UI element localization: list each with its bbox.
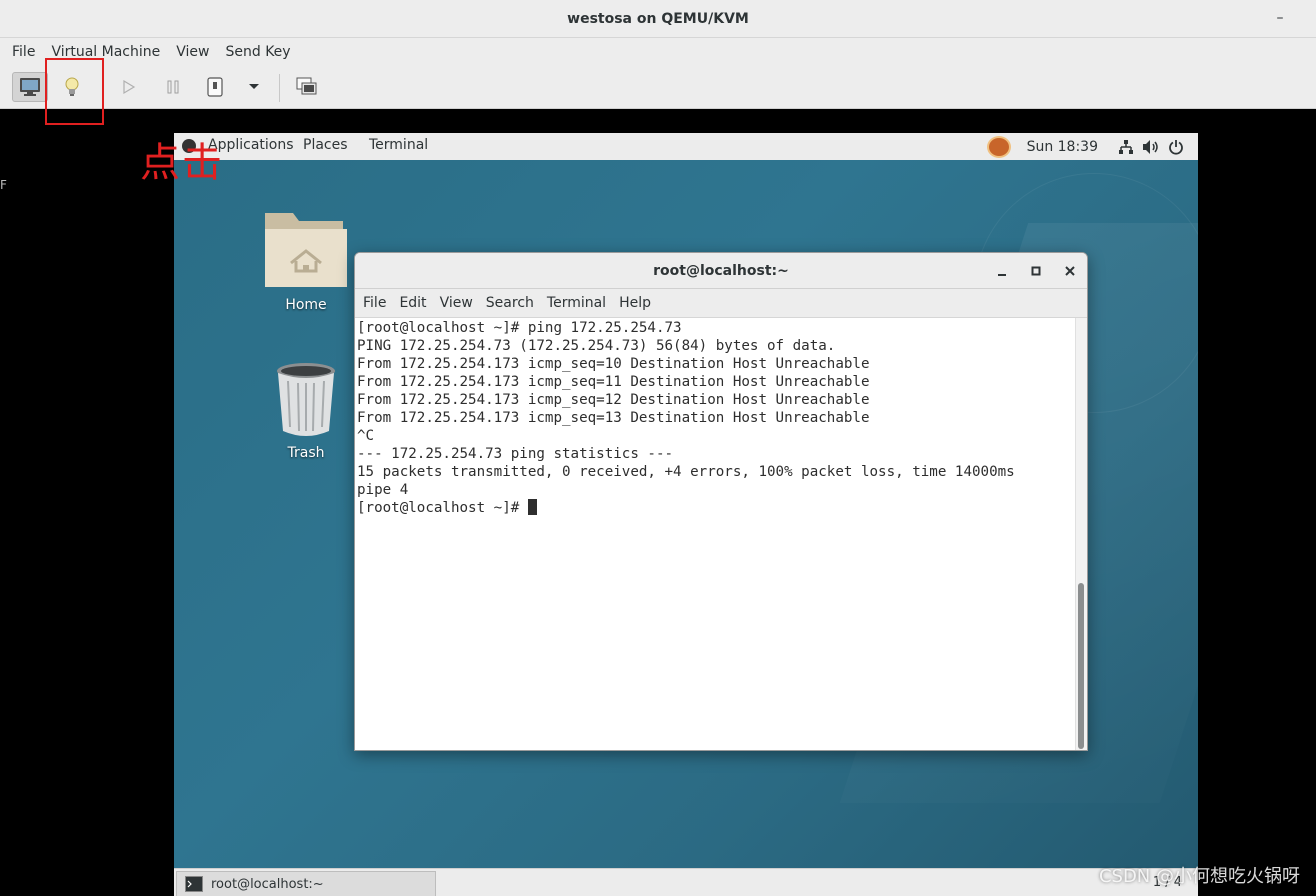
terminal-line: ^C — [357, 428, 375, 444]
terminal-scrollbar[interactable] — [1075, 318, 1087, 750]
annotation-highlight-box — [45, 58, 104, 125]
maximize-button[interactable] — [1027, 262, 1045, 280]
home-folder-icon — [265, 213, 347, 287]
pause-button[interactable] — [155, 72, 191, 102]
terminal-output[interactable]: [root@localhost ~]# ping 172.25.254.73 P… — [355, 318, 1077, 750]
shutdown-button[interactable] — [197, 72, 233, 102]
desktop-icon-label: Home — [285, 297, 327, 313]
user-avatar-icon[interactable] — [986, 135, 1011, 158]
terminal-line: [root@localhost ~]# ping 172.25.254.73 — [357, 320, 682, 336]
window-edge — [1306, 10, 1316, 26]
term-menu-file[interactable]: File — [363, 295, 386, 311]
terminal-menubar: File Edit View Search Terminal Help — [355, 289, 1087, 318]
clock[interactable]: Sun 18:39 — [1027, 139, 1098, 155]
menu-file[interactable]: File — [12, 44, 35, 60]
power-icon — [207, 77, 223, 97]
terminal-app-menu[interactable]: Terminal — [369, 137, 428, 153]
host-window-title: westosa on QEMU/KVM — [567, 10, 749, 27]
terminal-line: pipe 4 — [357, 482, 409, 498]
desktop-icon-trash[interactable]: Trash — [256, 361, 356, 461]
edge-glyph: F — [0, 178, 7, 192]
terminal-window[interactable]: root@localhost:~ File Edit View Search T… — [354, 252, 1088, 751]
volume-icon[interactable] — [1142, 139, 1160, 155]
pause-icon — [167, 80, 179, 94]
shutdown-menu-button[interactable] — [236, 72, 272, 102]
terminal-title: root@localhost:~ — [653, 262, 789, 279]
menu-view[interactable]: View — [176, 44, 209, 60]
fullscreen-icon — [296, 77, 317, 95]
taskbar-item-label: root@localhost:~ — [211, 876, 324, 892]
terminal-prompt: [root@localhost ~]# — [357, 500, 528, 516]
console-button[interactable] — [12, 72, 48, 102]
text-cursor — [527, 499, 537, 515]
terminal-line: 15 packets transmitted, 0 received, +4 e… — [357, 464, 1015, 480]
host-titlebar: westosa on QEMU/KVM – — [0, 0, 1316, 38]
run-button[interactable] — [111, 72, 147, 102]
term-menu-terminal[interactable]: Terminal — [547, 295, 606, 311]
terminal-prompt-line: [root@localhost ~]# — [357, 499, 1077, 517]
maximize-icon — [1031, 266, 1041, 276]
minimize-icon[interactable]: – — [1272, 10, 1288, 26]
desktop-icon-home[interactable]: Home — [256, 207, 356, 313]
close-icon — [1065, 266, 1075, 276]
terminal-line: From 172.25.254.173 icmp_seq=13 Destinat… — [357, 410, 870, 426]
scrollbar-thumb[interactable] — [1078, 583, 1084, 749]
monitor-icon — [20, 78, 40, 96]
menu-send-key[interactable]: Send Key — [225, 44, 290, 60]
term-menu-edit[interactable]: Edit — [399, 295, 426, 311]
terminal-line: From 172.25.254.173 icmp_seq=11 Destinat… — [357, 374, 870, 390]
terminal-line: --- 172.25.254.73 ping statistics --- — [357, 446, 674, 462]
play-icon — [123, 79, 136, 95]
taskbar-item-terminal[interactable]: root@localhost:~ — [176, 871, 436, 896]
network-icon[interactable] — [1118, 139, 1134, 155]
guest-desktop: Applications Places Terminal Sun 18:39 H… — [174, 133, 1198, 896]
term-menu-view[interactable]: View — [440, 295, 473, 311]
term-menu-search[interactable]: Search — [486, 295, 534, 311]
toolbar-separator — [279, 74, 280, 102]
gnome-top-bar: Applications Places Terminal Sun 18:39 — [174, 133, 1198, 160]
fullscreen-button[interactable] — [289, 72, 325, 102]
trash-icon — [277, 363, 335, 436]
chevron-down-icon — [249, 84, 259, 89]
places-menu[interactable]: Places — [303, 137, 348, 153]
terminal-line: From 172.25.254.173 icmp_seq=10 Destinat… — [357, 356, 870, 372]
close-button[interactable] — [1061, 262, 1079, 280]
term-menu-help[interactable]: Help — [619, 295, 651, 311]
window-list-taskbar: root@localhost:~ 1 / 4 — [174, 868, 1198, 896]
desktop-icon-label: Trash — [287, 445, 325, 461]
annotation-label: 点击 — [140, 140, 224, 186]
watermark: CSDN @小何想吃火锅呀 — [1098, 866, 1300, 887]
terminal-line: From 172.25.254.173 icmp_seq=12 Destinat… — [357, 392, 870, 408]
terminal-icon — [185, 876, 203, 892]
minimize-icon — [998, 274, 1006, 276]
minimize-button[interactable] — [993, 262, 1011, 280]
terminal-line: PING 172.25.254.73 (172.25.254.73) 56(84… — [357, 338, 836, 354]
power-menu-icon[interactable] — [1168, 139, 1184, 155]
host-menubar: File Virtual Machine View Send Key — [0, 38, 1316, 66]
host-toolbar — [0, 66, 1316, 109]
terminal-titlebar[interactable]: root@localhost:~ — [355, 253, 1087, 289]
